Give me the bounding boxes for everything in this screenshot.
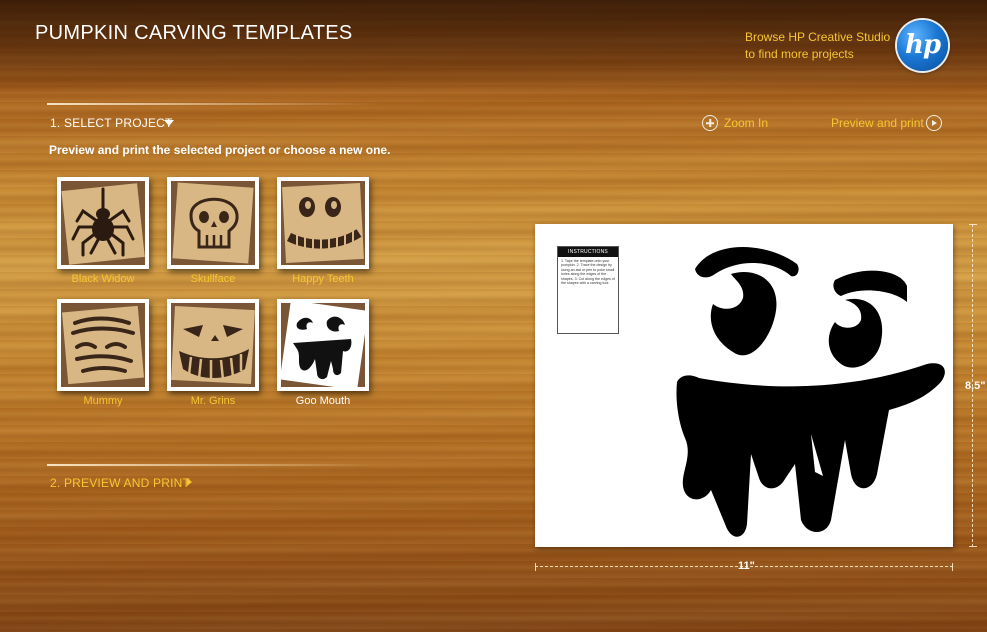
template-preview[interactable]: INSTRUCTIONS 1. Tape the template onto y… xyxy=(535,224,953,547)
width-tick-left xyxy=(535,563,536,571)
grin-icon xyxy=(171,303,255,387)
project-tile-happy-teeth[interactable] xyxy=(277,177,369,269)
project-tile-mr-grins[interactable] xyxy=(167,299,259,391)
height-label: 8.5" xyxy=(965,380,986,392)
zoom-in-button[interactable]: Zoom In xyxy=(702,115,768,131)
goo-mouth-template-icon xyxy=(676,246,945,537)
chevron-right-icon[interactable] xyxy=(187,478,192,486)
width-label: 11" xyxy=(738,560,755,572)
project-tile-skullface[interactable] xyxy=(167,177,259,269)
project-label-skullface[interactable]: Skullface xyxy=(158,273,268,285)
hp-logo[interactable]: hp xyxy=(897,20,948,71)
preview-and-print-label: Preview and print xyxy=(831,116,924,130)
select-project-dropdown[interactable]: 1. SELECT PROJECT xyxy=(50,116,173,130)
browse-link-line1: Browse HP Creative Studio xyxy=(745,30,891,44)
preview-and-print-section[interactable]: 2. PREVIEW AND PRINT xyxy=(50,476,190,490)
goo-mouth-icon xyxy=(281,303,365,387)
project-label-goo-mouth[interactable]: Goo Mouth xyxy=(268,395,378,407)
project-label-mummy[interactable]: Mummy xyxy=(48,395,158,407)
zoom-in-label: Zoom In xyxy=(724,116,769,130)
chevron-down-icon[interactable] xyxy=(164,120,174,126)
browse-link-line2: to find more projects xyxy=(745,47,854,61)
mummy-icon xyxy=(61,303,145,387)
step1-subtitle: Preview and print the selected project o… xyxy=(49,143,391,157)
zoom-in-icon xyxy=(702,115,718,131)
step2-divider xyxy=(47,464,377,466)
browse-creative-studio-link[interactable]: Browse HP Creative Studio to find more p… xyxy=(745,29,895,63)
project-tile-mummy[interactable] xyxy=(57,299,149,391)
step1-divider xyxy=(47,103,377,105)
project-label-black-widow[interactable]: Black Widow xyxy=(48,273,158,285)
happy-teeth-icon xyxy=(281,181,365,265)
preview-and-print-button[interactable]: Preview and print xyxy=(831,115,942,131)
height-tick-top xyxy=(969,224,977,225)
play-icon xyxy=(925,115,942,131)
height-tick-bottom xyxy=(969,546,977,547)
spider-icon xyxy=(61,181,145,265)
project-tile-goo-mouth[interactable] xyxy=(277,299,369,391)
app-title: PUMPKIN CARVING TEMPLATES xyxy=(35,22,353,44)
skull-icon xyxy=(171,181,255,265)
project-label-happy-teeth[interactable]: Happy Teeth xyxy=(268,273,378,285)
project-label-mr-grins[interactable]: Mr. Grins xyxy=(158,395,268,407)
project-tile-black-widow[interactable] xyxy=(57,177,149,269)
width-tick-right xyxy=(952,563,953,571)
